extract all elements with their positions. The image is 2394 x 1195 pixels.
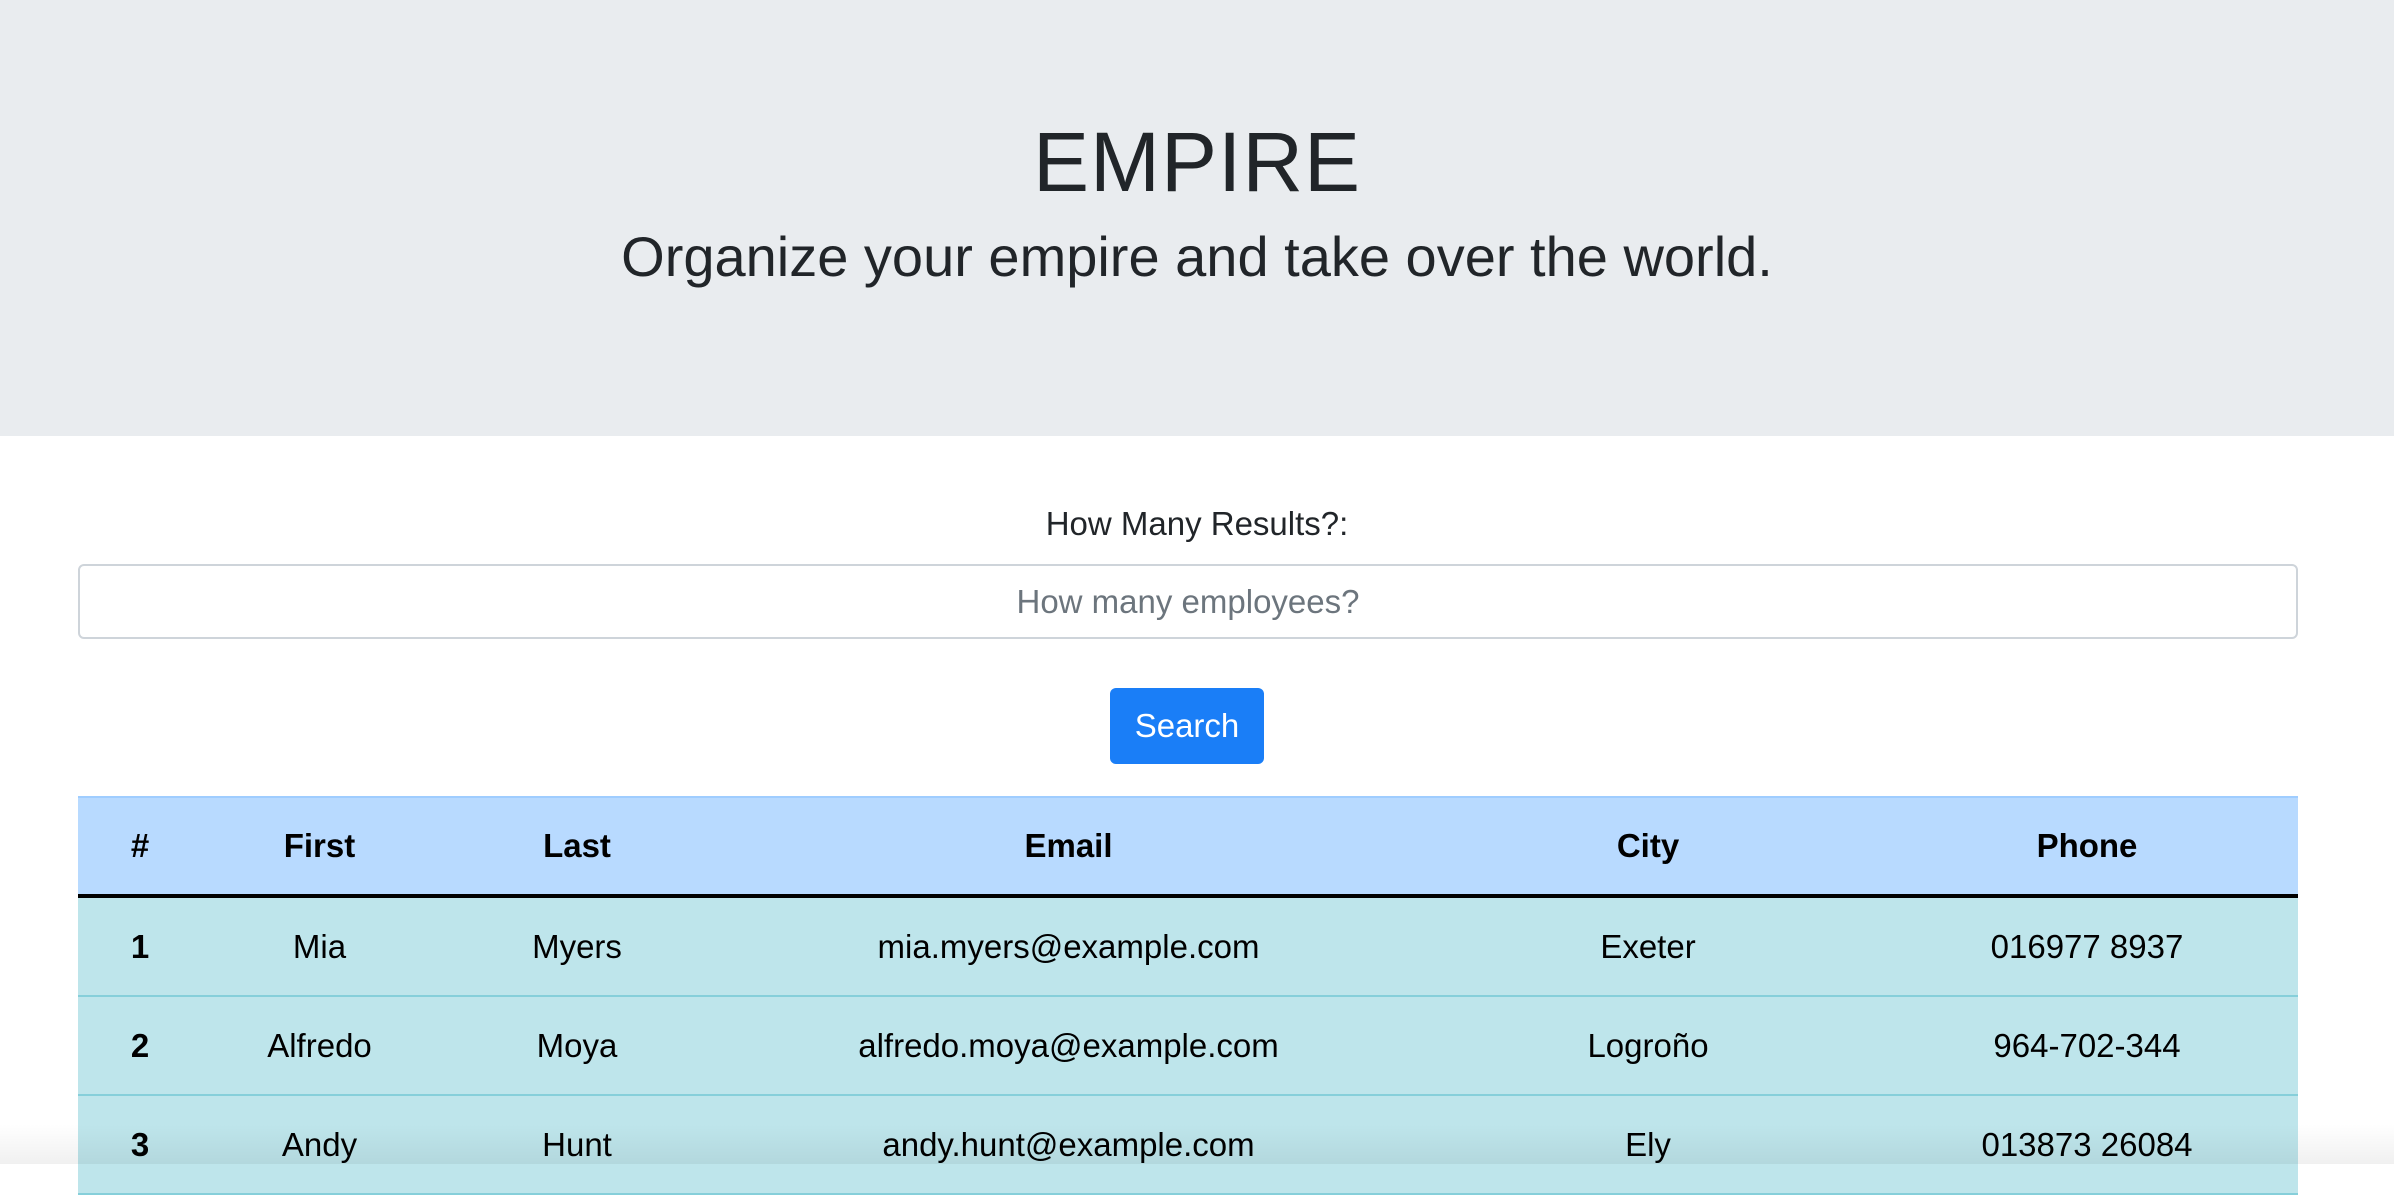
email-cell: alfredo.moya@example.com <box>717 996 1420 1096</box>
row-index: 1 <box>78 896 202 997</box>
table-row: 3 Andy Hunt andy.hunt@example.com Ely 01… <box>78 1095 2298 1195</box>
column-header-first[interactable]: First <box>202 796 437 898</box>
first-name-cell: Andy <box>202 1095 437 1195</box>
city-cell: Logroño <box>1420 996 1876 1096</box>
employee-table-container: # First Last Email City Phone 1 Mia Myer… <box>78 796 2298 1195</box>
search-button[interactable]: Search <box>1110 688 1264 764</box>
page-header: EMPIRE Organize your empire and take ove… <box>0 0 2394 436</box>
results-count-input[interactable] <box>78 564 2298 639</box>
column-header-email[interactable]: Email <box>717 796 1420 898</box>
column-header-city[interactable]: City <box>1420 796 1876 898</box>
table-row: 2 Alfredo Moya alfredo.moya@example.com … <box>78 996 2298 1096</box>
email-cell: mia.myers@example.com <box>717 896 1420 997</box>
column-header-index[interactable]: # <box>78 796 202 898</box>
last-name-cell: Moya <box>437 996 717 1096</box>
city-cell: Ely <box>1420 1095 1876 1195</box>
row-index: 2 <box>78 996 202 1096</box>
phone-cell: 013873 26084 <box>1876 1095 2298 1195</box>
phone-cell: 016977 8937 <box>1876 896 2298 997</box>
first-name-cell: Alfredo <box>202 996 437 1096</box>
city-cell: Exeter <box>1420 896 1876 997</box>
results-count-label: How Many Results?: <box>1045 505 1349 542</box>
last-name-cell: Hunt <box>437 1095 717 1195</box>
column-header-last[interactable]: Last <box>437 796 717 898</box>
phone-cell: 964-702-344 <box>1876 996 2298 1096</box>
row-index: 3 <box>78 1095 202 1195</box>
table-header-row: # First Last Email City Phone <box>78 796 2298 898</box>
table-row: 1 Mia Myers mia.myers@example.com Exeter… <box>78 896 2298 997</box>
column-header-phone[interactable]: Phone <box>1876 796 2298 898</box>
employee-table: # First Last Email City Phone 1 Mia Myer… <box>78 796 2298 1195</box>
first-name-cell: Mia <box>202 896 437 997</box>
page-title: EMPIRE <box>1032 115 1362 209</box>
email-cell: andy.hunt@example.com <box>717 1095 1420 1195</box>
page-tagline: Organize your empire and take over the w… <box>621 225 1773 288</box>
last-name-cell: Myers <box>437 896 717 997</box>
